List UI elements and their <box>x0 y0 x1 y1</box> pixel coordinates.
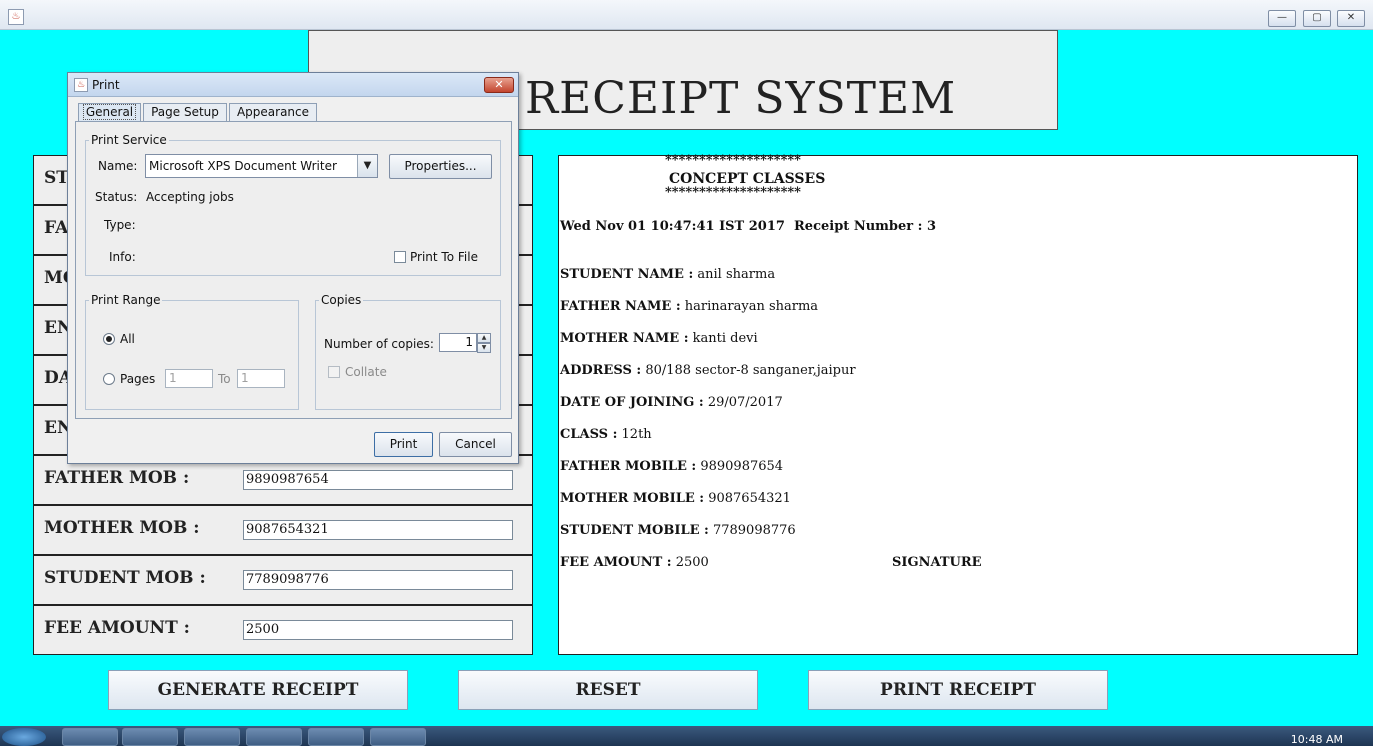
receipt-line: STUDENT NAME : anil sharma <box>560 267 776 282</box>
receipt-number: Receipt Number : 3 <box>794 219 937 234</box>
receipt-line: MOTHER MOBILE : 9087654321 <box>560 491 791 506</box>
minimize-button[interactable]: — <box>1268 10 1296 27</box>
printer-select[interactable]: Microsoft XPS Document Writer <box>145 154 378 178</box>
form-row-mother-mob: MOTHER MOB : 9087654321 <box>33 505 533 555</box>
dialog-close-button[interactable]: ✕ <box>484 77 514 93</box>
taskbar-clock: 10:48 AM <box>1290 733 1343 746</box>
mother-mob-label: MOTHER MOB : <box>44 518 200 538</box>
form-row-fee-amount: FEE AMOUNT : 2500 <box>33 605 533 655</box>
student-mob-input[interactable]: 7789098776 <box>243 570 513 590</box>
taskbar-cmd-icon[interactable] <box>308 728 364 746</box>
java-icon: ♨ <box>74 78 88 92</box>
print-to-file-label: Print To File <box>410 250 478 264</box>
receipt-datetime: Wed Nov 01 10:47:41 IST 2017 <box>560 219 785 234</box>
pages-from-input[interactable]: 1 <box>165 369 213 388</box>
copies-group <box>315 300 501 410</box>
form-label: FA <box>44 218 69 238</box>
status-label: Status: <box>95 190 138 204</box>
receipt-line: STUDENT MOBILE : 7789098776 <box>560 523 796 538</box>
receipt-preview: ******************** CONCEPT CLASSES ***… <box>558 153 1358 655</box>
receipt-line: FATHER MOBILE : 9890987654 <box>560 459 784 474</box>
maximize-button[interactable]: ▢ <box>1303 10 1331 27</box>
print-dialog-titlebar[interactable] <box>68 73 518 97</box>
print-range-label: Print Range <box>89 293 163 307</box>
collate-label: Collate <box>345 365 387 379</box>
pages-to-input[interactable]: 1 <box>237 369 285 388</box>
tab-page-setup[interactable]: Page Setup <box>143 103 227 122</box>
father-mob-input[interactable]: 9890987654 <box>243 470 513 490</box>
print-button[interactable]: Print <box>374 432 433 457</box>
print-service-label: Print Service <box>89 133 169 147</box>
printer-name-label: Name: <box>98 159 138 173</box>
taskbar-java-icon[interactable] <box>370 728 426 746</box>
chevron-down-icon[interactable]: ▼ <box>357 155 377 177</box>
fee-amount-label: FEE AMOUNT : <box>44 618 190 638</box>
taskbar-media-icon[interactable] <box>122 728 178 746</box>
status-value: Accepting jobs <box>146 190 234 204</box>
fee-amount-input[interactable]: 2500 <box>243 620 513 640</box>
form-label: ST <box>44 168 69 188</box>
receipt-stars-top: ******************** <box>665 153 801 168</box>
print-range-group <box>85 300 299 410</box>
receipt-line: MOTHER NAME : kanti devi <box>560 331 758 346</box>
form-row-student-mob: STUDENT MOB : 7789098776 <box>33 555 533 605</box>
receipt-line: CLASS : 12th <box>560 427 652 442</box>
page-title: RECEIPT SYSTEM <box>525 73 957 124</box>
receipt-stars-bottom: ******************** <box>665 185 801 200</box>
reset-button[interactable]: RESET <box>458 670 758 710</box>
tab-general[interactable]: General <box>78 103 141 122</box>
collate-checkbox[interactable] <box>328 366 340 378</box>
student-mob-label: STUDENT MOB : <box>44 568 206 588</box>
receipt-line: FATHER NAME : harinarayan sharma <box>560 299 819 314</box>
java-app-icon: ♨ <box>8 9 24 25</box>
receipt-line: FEE AMOUNT : 2500 <box>560 555 709 570</box>
number-of-copies-label: Number of copies: <box>324 337 434 351</box>
window-titlebar <box>0 0 1373 30</box>
tab-appearance[interactable]: Appearance <box>229 103 317 122</box>
taskbar-notepad-icon[interactable] <box>246 728 302 746</box>
receipt-line: ADDRESS : 80/188 sector-8 sanganer,jaipu… <box>560 363 856 378</box>
info-label: Info: <box>109 250 136 264</box>
mother-mob-input[interactable]: 9087654321 <box>243 520 513 540</box>
spinner-up-icon[interactable]: ▲ <box>477 333 491 343</box>
start-button[interactable] <box>2 728 46 746</box>
cancel-button[interactable]: Cancel <box>439 432 512 457</box>
type-label: Type: <box>104 218 136 232</box>
all-radio[interactable] <box>103 333 115 345</box>
pages-label: Pages <box>120 372 156 386</box>
taskbar-explorer-icon[interactable] <box>62 728 118 746</box>
close-button[interactable]: ✕ <box>1337 10 1365 27</box>
receipt-line: DATE OF JOINING : 29/07/2017 <box>560 395 783 410</box>
copies-input[interactable]: 1 <box>439 333 477 352</box>
all-label: All <box>120 332 135 346</box>
father-mob-label: FATHER MOB : <box>44 468 190 488</box>
print-dialog-title: Print <box>92 78 120 92</box>
taskbar-chrome-icon[interactable] <box>184 728 240 746</box>
pages-to-label: To <box>218 372 231 386</box>
pages-radio[interactable] <box>103 373 115 385</box>
receipt-signature: SIGNATURE <box>892 555 982 570</box>
copies-label: Copies <box>319 293 364 307</box>
print-to-file-checkbox[interactable] <box>394 251 406 263</box>
spinner-down-icon[interactable]: ▼ <box>477 343 491 353</box>
print-receipt-button[interactable]: PRINT RECEIPT <box>808 670 1108 710</box>
generate-receipt-button[interactable]: GENERATE RECEIPT <box>108 670 408 710</box>
properties-button[interactable]: Properties... <box>389 154 492 179</box>
